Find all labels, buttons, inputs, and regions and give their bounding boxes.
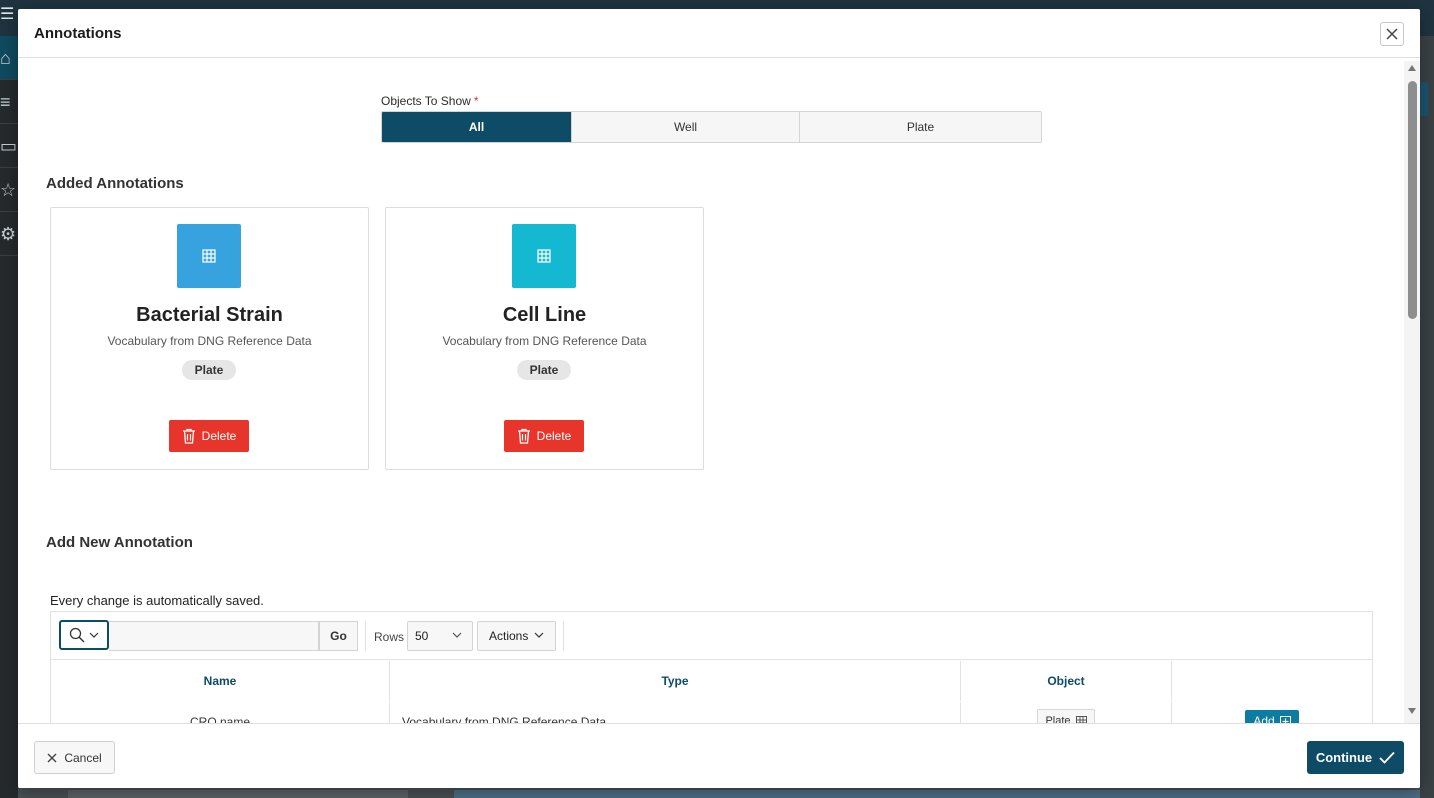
dialog-body: Objects To Show * All Well Plate Added An…: [18, 59, 1420, 723]
chevron-down-icon: [89, 632, 99, 638]
rows-value: 50: [415, 629, 429, 643]
card-subtitle: Vocabulary from DNG Reference Data: [442, 334, 647, 348]
column-header-object[interactable]: Object: [961, 661, 1172, 701]
trash-icon: [182, 428, 195, 444]
close-button[interactable]: [1380, 22, 1404, 46]
dialog-title: Annotations: [34, 25, 122, 42]
card-title: Bacterial Strain: [136, 304, 283, 326]
cell-name: CRO name: [51, 702, 390, 723]
card-subtitle: Vocabulary from DNG Reference Data: [107, 334, 312, 348]
grid-icon: [512, 224, 576, 288]
background-sidebar: ⌂ ≡ ▭ ☆ ⚙: [0, 36, 18, 798]
annotations-report: Go Rows 50 Actions Name Type Object CRO …: [50, 611, 1373, 723]
annotation-card-cell-line: Cell Line Vocabulary from DNG Reference …: [385, 207, 704, 470]
objects-option-well[interactable]: Well: [572, 112, 800, 142]
scroll-down-arrow[interactable]: [1408, 708, 1416, 714]
star-icon: ☆: [0, 168, 18, 212]
column-header-actions: [1172, 661, 1372, 701]
dialog-footer: Cancel Continue: [18, 723, 1420, 788]
required-mark: *: [473, 94, 479, 108]
object-chip: Plate: [1037, 709, 1095, 723]
added-annotations-title: Added Annotations: [46, 175, 184, 192]
objects-to-show-selector: All Well Plate: [381, 111, 1042, 143]
close-icon: [47, 753, 57, 762]
grid-icon: [177, 224, 241, 288]
column-header-name[interactable]: Name: [51, 661, 390, 701]
background-right-edge: [1420, 36, 1434, 798]
grid-icon: [1075, 715, 1087, 723]
actions-menu-button[interactable]: Actions: [477, 621, 556, 651]
rows-select[interactable]: 50: [407, 621, 473, 651]
background-bottom-edge: [18, 788, 1420, 798]
card-title: Cell Line: [502, 304, 587, 326]
dialog-header: Annotations: [18, 9, 1420, 58]
add-new-annotation-title: Add New Annotation: [46, 534, 193, 551]
chevron-down-icon: [452, 632, 462, 638]
objects-option-all[interactable]: All: [382, 112, 572, 142]
go-button[interactable]: Go: [319, 621, 358, 651]
chevron-down-icon: [534, 632, 544, 638]
list-icon: ≡: [0, 80, 18, 124]
scroll-up-arrow[interactable]: [1408, 65, 1416, 71]
delete-label: Delete: [536, 429, 572, 443]
objects-to-show-label: Objects To Show *: [381, 94, 479, 108]
close-icon: [1386, 28, 1398, 40]
cancel-label: Cancel: [64, 750, 102, 765]
object-badge: Plate: [182, 360, 236, 380]
delete-button[interactable]: Delete: [169, 420, 249, 452]
menu-icon: ☰: [0, 6, 15, 23]
report-toolbar: Go Rows 50 Actions: [51, 612, 1372, 660]
trash-icon: [517, 428, 530, 444]
cell-object: Plate: [961, 702, 1172, 723]
rows-label: Rows: [374, 630, 405, 644]
dialog-scrollbar[interactable]: [1404, 61, 1420, 723]
add-icon: [1279, 715, 1291, 723]
search-column-button[interactable]: [59, 620, 109, 650]
search-icon: [69, 627, 85, 643]
folder-icon: ▭: [0, 124, 18, 168]
actions-label: Actions: [489, 629, 529, 643]
cell-action: Add: [1172, 702, 1372, 723]
cell-type: Vocabulary from DNG Reference Data: [390, 702, 961, 723]
column-header-type[interactable]: Type: [390, 661, 961, 701]
scroll-thumb[interactable]: [1408, 81, 1417, 319]
autosave-note: Every change is automatically saved.: [50, 593, 264, 608]
annotation-card-bacterial-strain: Bacterial Strain Vocabulary from DNG Ref…: [50, 207, 369, 470]
add-annotation-button[interactable]: Add: [1245, 710, 1299, 723]
continue-label: Continue: [1315, 750, 1373, 765]
delete-label: Delete: [201, 429, 237, 443]
cancel-button[interactable]: Cancel: [34, 741, 115, 774]
search-input[interactable]: [109, 621, 319, 651]
settings-icon: ⚙: [0, 212, 18, 256]
checkmark-icon: [1379, 751, 1395, 764]
annotations-dialog: Annotations Objects To Show * All Well Pl…: [18, 9, 1420, 788]
object-badge: Plate: [517, 360, 571, 380]
objects-option-plate[interactable]: Plate: [800, 112, 1041, 142]
continue-button[interactable]: Continue: [1307, 741, 1404, 774]
delete-button[interactable]: Delete: [504, 420, 584, 452]
home-icon: ⌂: [0, 36, 18, 80]
